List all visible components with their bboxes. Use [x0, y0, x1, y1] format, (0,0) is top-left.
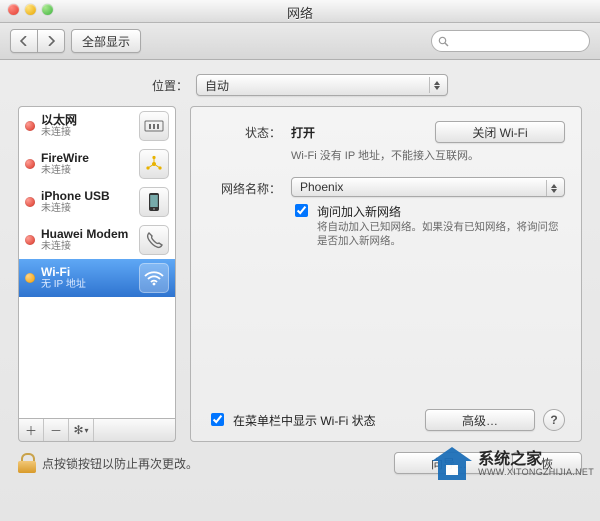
sidebar-item-sub: 未连接	[41, 127, 133, 138]
show-all-button[interactable]: 全部显示	[71, 29, 141, 53]
sidebar-item-ethernet[interactable]: 以太网未连接	[19, 107, 175, 145]
watermark-title: 系统之家	[478, 452, 594, 468]
location-value: 自动	[205, 77, 229, 94]
toggle-wifi-button[interactable]: 关闭 Wi-Fi	[435, 121, 565, 143]
updown-arrows-icon	[546, 180, 561, 196]
search-input[interactable]	[431, 30, 590, 52]
status-note: Wi-Fi 没有 IP 地址，不能接入互联网。	[291, 147, 565, 163]
status-row: 状态： 打开 关闭 Wi-Fi Wi-Fi 没有 IP 地址，不能接入互联网。	[207, 121, 565, 163]
ask-join-note: 将自动加入已知网络。如果没有已知网络，将询问您是否加入新网络。	[317, 220, 565, 248]
status-dot-icon	[25, 121, 35, 131]
toolbar: 全部显示	[0, 23, 600, 60]
location-select[interactable]: 自动	[196, 74, 448, 96]
status-dot-icon	[25, 159, 35, 169]
sidebar-item-sub: 无 IP 地址	[41, 279, 133, 290]
interface-list-footer: ＋ － ✻▾	[18, 419, 176, 442]
interface-actions-button[interactable]: ✻▾	[69, 419, 94, 441]
menubar-status-label: 在菜单栏中显示 Wi-Fi 状态	[233, 412, 376, 429]
wifi-icon	[139, 263, 169, 293]
detail-pane: 状态： 打开 关闭 Wi-Fi Wi-Fi 没有 IP 地址，不能接入互联网。 …	[190, 106, 582, 442]
body: 以太网未连接FireWire未连接iPhone USB未连接Huawei Mod…	[0, 106, 600, 442]
add-interface-button[interactable]: ＋	[19, 419, 44, 441]
status-dot-icon	[25, 235, 35, 245]
sidebar-item-text: Huawei Modem未连接	[41, 228, 133, 252]
watermark: 系统之家 WWW.XITONGZHIJIA.NET	[432, 447, 594, 481]
gear-icon: ✻	[73, 423, 83, 437]
lock-text: 点按锁按钮以防止再次更改。	[42, 455, 198, 472]
nav-segment	[10, 29, 65, 53]
sidebar-item-name: iPhone USB	[41, 190, 133, 203]
lock-icon[interactable]	[18, 453, 36, 473]
network-name-value: Phoenix	[300, 180, 343, 194]
network-prefs-window: 网络 全部显示 位置： 自动 以太网未连接Fire	[0, 0, 600, 521]
interface-list[interactable]: 以太网未连接FireWire未连接iPhone USB未连接Huawei Mod…	[18, 106, 176, 419]
detail-bottombar: 在菜单栏中显示 Wi-Fi 状态 高级… ?	[207, 409, 565, 431]
remove-interface-button[interactable]: －	[44, 419, 69, 441]
chevron-down-icon: ▾	[85, 426, 89, 435]
sidebar-item-wifi[interactable]: Wi-Fi无 IP 地址	[19, 259, 175, 297]
menubar-status-checkbox[interactable]	[211, 413, 224, 426]
sidebar-item-iphone[interactable]: iPhone USB未连接	[19, 183, 175, 221]
interface-sidebar: 以太网未连接FireWire未连接iPhone USB未连接Huawei Mod…	[18, 106, 176, 442]
ask-join-row: 询问加入新网络 将自动加入已知网络。如果没有已知网络，将询问您是否加入新网络。	[291, 203, 565, 248]
ask-join-checkbox[interactable]	[295, 204, 308, 217]
updown-arrows-icon	[429, 77, 444, 93]
sidebar-item-sub: 未连接	[41, 165, 133, 176]
status-label: 状态：	[207, 121, 281, 141]
status-value: 打开	[291, 124, 315, 141]
ethernet-icon	[139, 111, 169, 141]
search-icon	[438, 36, 449, 47]
status-dot-icon	[25, 273, 35, 283]
network-name-label: 网络名称：	[207, 177, 281, 197]
status-dot-icon	[25, 197, 35, 207]
sidebar-item-firewire[interactable]: FireWire未连接	[19, 145, 175, 183]
sidebar-item-text: Wi-Fi无 IP 地址	[41, 266, 133, 290]
iphone-icon	[139, 187, 169, 217]
titlebar: 网络	[0, 0, 600, 23]
sidebar-item-name: Wi-Fi	[41, 266, 133, 279]
sidebar-item-name: FireWire	[41, 152, 133, 165]
ask-join-label: 询问加入新网络	[317, 203, 565, 220]
watermark-url: WWW.XITONGZHIJIA.NET	[478, 468, 594, 477]
sidebar-item-phone[interactable]: Huawei Modem未连接	[19, 221, 175, 259]
network-name-select[interactable]: Phoenix	[291, 177, 565, 197]
sidebar-item-name: Huawei Modem	[41, 228, 133, 241]
advanced-button[interactable]: 高级…	[425, 409, 535, 431]
forward-button[interactable]	[38, 29, 65, 53]
location-row: 位置： 自动	[0, 60, 600, 106]
help-button[interactable]: ?	[543, 409, 565, 431]
sidebar-item-name: 以太网	[41, 114, 133, 127]
firewire-icon	[139, 149, 169, 179]
watermark-logo-icon	[432, 447, 472, 481]
menubar-status-row: 在菜单栏中显示 Wi-Fi 状态	[207, 412, 376, 429]
chevron-right-icon	[47, 36, 55, 46]
sidebar-item-text: iPhone USB未连接	[41, 190, 133, 214]
window-title: 网络	[0, 3, 600, 22]
phone-icon	[139, 225, 169, 255]
sidebar-item-sub: 未连接	[41, 241, 133, 252]
sidebar-item-text: FireWire未连接	[41, 152, 133, 176]
network-name-row: 网络名称： Phoenix 询问加入新网络 将自动加入已知网络。如果没有已知网络…	[207, 177, 565, 248]
sidebar-item-sub: 未连接	[41, 203, 133, 214]
sidebar-item-text: 以太网未连接	[41, 114, 133, 138]
back-button[interactable]	[10, 29, 38, 53]
location-label: 位置：	[152, 77, 188, 94]
toolbar-spacer	[147, 30, 590, 52]
chevron-left-icon	[20, 36, 28, 46]
